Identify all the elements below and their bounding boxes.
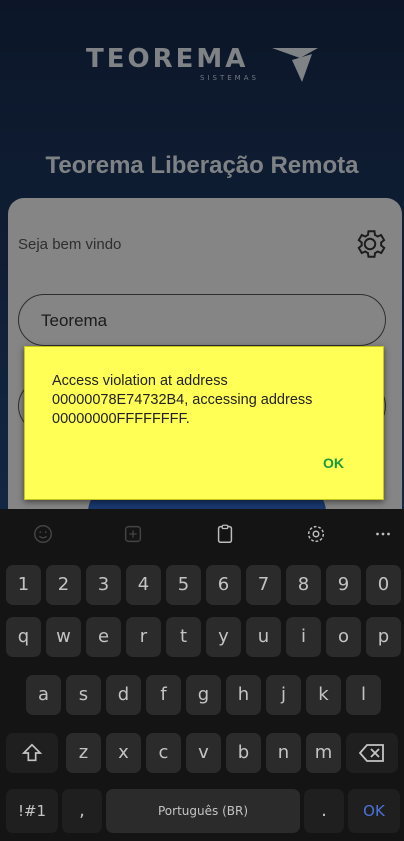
key-a[interactable]: a	[26, 675, 61, 715]
shift-key[interactable]	[6, 733, 58, 773]
key-t[interactable]: t	[166, 617, 201, 657]
key-4[interactable]: 4	[126, 565, 161, 605]
key-0[interactable]: 0	[366, 565, 401, 605]
key-r[interactable]: r	[126, 617, 161, 657]
backspace-key[interactable]	[346, 733, 398, 773]
key-y[interactable]: y	[206, 617, 241, 657]
key-n[interactable]: n	[266, 733, 301, 773]
error-dialog: Access violation at address 00000078E747…	[24, 346, 384, 500]
settings-icon[interactable]	[305, 523, 327, 545]
key-e[interactable]: e	[86, 617, 121, 657]
key-w[interactable]: w	[46, 617, 81, 657]
error-message: Access violation at address 00000078E747…	[52, 373, 313, 427]
letter-row-2: a s d f g h j k l	[0, 675, 404, 715]
number-row: 1 2 3 4 5 6 7 8 9 0	[0, 565, 404, 605]
period-key[interactable]: .	[304, 789, 344, 833]
key-f[interactable]: f	[146, 675, 181, 715]
key-q[interactable]: q	[6, 617, 41, 657]
sticker-icon[interactable]	[122, 523, 144, 545]
key-p[interactable]: p	[366, 617, 401, 657]
key-s[interactable]: s	[66, 675, 101, 715]
ok-button[interactable]: OK	[323, 455, 344, 471]
enter-key[interactable]: OK	[348, 789, 400, 833]
keyboard-toolbar	[0, 509, 404, 557]
key-8[interactable]: 8	[286, 565, 321, 605]
key-g[interactable]: g	[186, 675, 221, 715]
backspace-icon	[358, 744, 384, 762]
more-icon[interactable]	[372, 523, 394, 545]
shift-icon	[21, 743, 43, 762]
emoji-icon[interactable]	[32, 523, 54, 545]
key-m[interactable]: m	[306, 733, 341, 773]
comma-key[interactable]: ,	[62, 789, 102, 833]
letter-row-3: z x c v b n m	[0, 733, 404, 773]
key-o[interactable]: o	[326, 617, 361, 657]
key-u[interactable]: u	[246, 617, 281, 657]
app-screen: TEOREMA SISTEMAS Teorema Liberação Remot…	[0, 0, 404, 841]
key-z[interactable]: z	[66, 733, 101, 773]
key-k[interactable]: k	[306, 675, 341, 715]
bottom-row: !#1 , Português (BR) . OK	[0, 789, 404, 833]
key-2[interactable]: 2	[46, 565, 81, 605]
key-b[interactable]: b	[226, 733, 261, 773]
key-5[interactable]: 5	[166, 565, 201, 605]
key-3[interactable]: 3	[86, 565, 121, 605]
key-9[interactable]: 9	[326, 565, 361, 605]
key-i[interactable]: i	[286, 617, 321, 657]
space-bar[interactable]: Português (BR)	[106, 789, 300, 833]
key-6[interactable]: 6	[206, 565, 241, 605]
key-j[interactable]: j	[266, 675, 301, 715]
key-d[interactable]: d	[106, 675, 141, 715]
clipboard-icon[interactable]	[214, 523, 236, 545]
key-1[interactable]: 1	[6, 565, 41, 605]
symbols-key[interactable]: !#1	[6, 789, 58, 833]
key-c[interactable]: c	[146, 733, 181, 773]
key-l[interactable]: l	[346, 675, 381, 715]
key-x[interactable]: x	[106, 733, 141, 773]
soft-keyboard: 1 2 3 4 5 6 7 8 9 0 q w e r t y u i o p …	[0, 509, 404, 841]
letter-row-1: q w e r t y u i o p	[0, 617, 404, 657]
key-7[interactable]: 7	[246, 565, 281, 605]
key-h[interactable]: h	[226, 675, 261, 715]
key-v[interactable]: v	[186, 733, 221, 773]
